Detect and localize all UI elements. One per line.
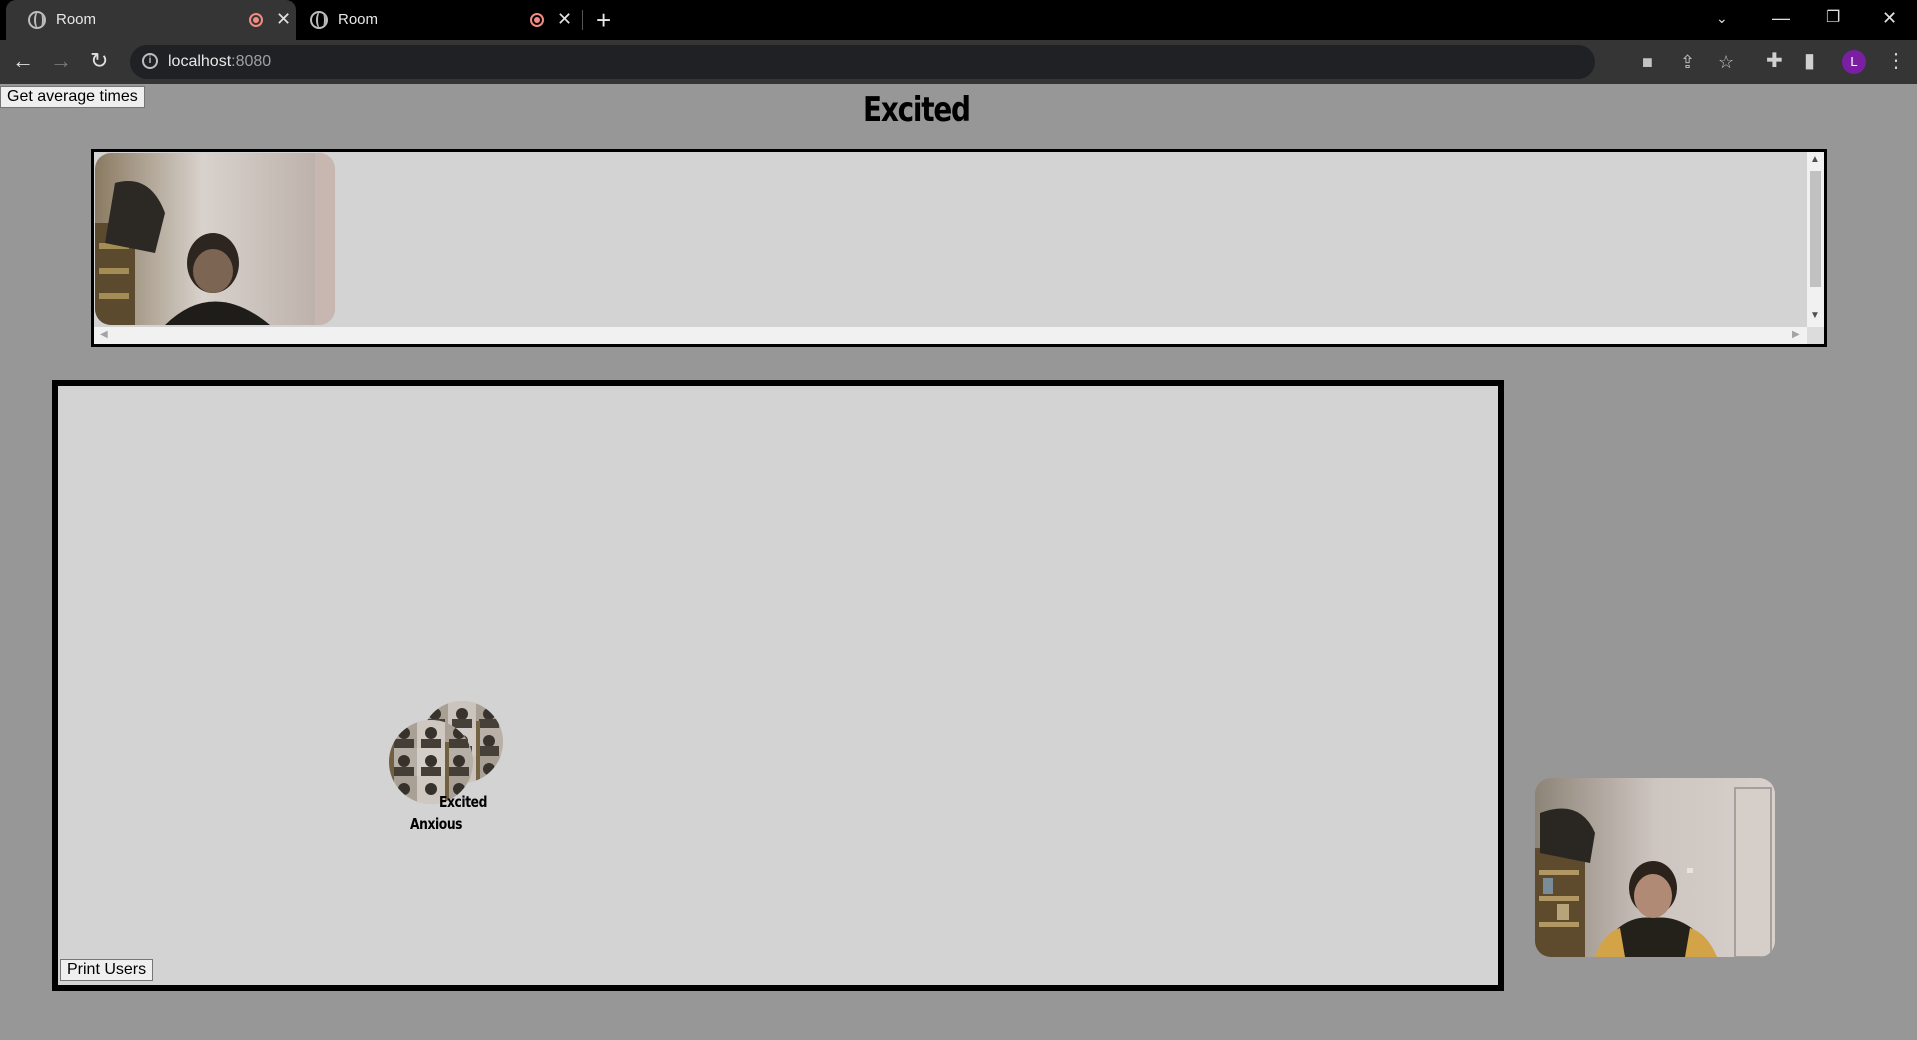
remote-video	[95, 153, 335, 325]
globe-icon	[28, 11, 46, 29]
page-content: Get average times Excited ▲ ▼ ◀ ▶ Excite…	[0, 84, 1917, 1040]
print-users-button[interactable]: Print Users	[60, 959, 154, 981]
new-tab-button[interactable]: +	[596, 6, 611, 34]
scroll-left-arrow-icon[interactable]: ◀	[100, 329, 108, 340]
site-info-icon[interactable]: i	[142, 53, 158, 69]
tab-strip: Room ✕ Room ✕ + ⌄ — ❐ ✕	[0, 0, 1917, 40]
user-emotion-label: Excited	[439, 793, 488, 811]
url-text: localhost:8080	[168, 53, 272, 70]
scroll-right-arrow-icon[interactable]: ▶	[1792, 329, 1800, 340]
tab-title: Room	[56, 11, 97, 28]
user-avatar-anxious[interactable]	[389, 720, 473, 804]
tab-separator	[582, 10, 583, 30]
remote-video-strip[interactable]: ▲ ▼ ◀ ▶	[91, 149, 1827, 347]
extensions-icon[interactable]: ✚	[1766, 49, 1783, 73]
forward-icon[interactable]: →	[50, 48, 72, 74]
menu-kebab-icon[interactable]: ⋮	[1886, 49, 1906, 73]
address-bar[interactable]: i localhost:8080 ■ ⇪ ☆	[130, 45, 1734, 79]
bookmark-star-icon[interactable]: ☆	[1718, 52, 1734, 72]
vertical-scrollbar[interactable]: ▲ ▼	[1807, 152, 1824, 327]
scroll-down-arrow-icon[interactable]: ▼	[1810, 310, 1820, 321]
tab-room-1[interactable]: Room ✕	[6, 0, 296, 40]
horizontal-scrollbar[interactable]: ◀ ▶	[94, 327, 1807, 344]
scrollbar-thumb[interactable]	[1810, 171, 1821, 287]
close-tab-icon[interactable]: ✕	[276, 9, 291, 29]
reload-icon[interactable]: ↻	[90, 48, 108, 74]
tab-room-2[interactable]: Room ✕	[296, 0, 582, 40]
back-icon[interactable]: ←	[12, 48, 34, 74]
minimize-icon[interactable]: —	[1772, 6, 1790, 30]
recording-icon	[249, 13, 263, 27]
browser-toolbar: ← → ↻ i localhost:8080 ■ ⇪ ☆ ✚ ▮ L ⋮	[0, 40, 1917, 84]
scrollbar-corner	[1807, 327, 1824, 344]
share-icon[interactable]: ⇪	[1680, 52, 1695, 72]
side-panel-icon[interactable]: ▮	[1804, 49, 1815, 73]
user-emotion-label: Anxious	[410, 815, 463, 833]
camera-icon[interactable]: ■	[1642, 52, 1653, 72]
current-emotion-heading: Excited	[863, 90, 971, 130]
globe-icon	[310, 11, 328, 29]
tab-search-icon[interactable]: ⌄	[1716, 6, 1728, 30]
profile-avatar[interactable]: L	[1842, 50, 1866, 74]
room-area[interactable]: Excited Anxious Print Users	[52, 380, 1504, 991]
get-average-times-button[interactable]: Get average times	[0, 86, 145, 108]
scroll-up-arrow-icon[interactable]: ▲	[1810, 154, 1820, 165]
recording-icon	[530, 13, 544, 27]
local-video	[1535, 778, 1775, 957]
restore-icon[interactable]: ❐	[1826, 6, 1840, 30]
close-tab-icon[interactable]: ✕	[557, 9, 572, 29]
tab-title: Room	[338, 11, 379, 28]
close-window-icon[interactable]: ✕	[1882, 6, 1897, 30]
